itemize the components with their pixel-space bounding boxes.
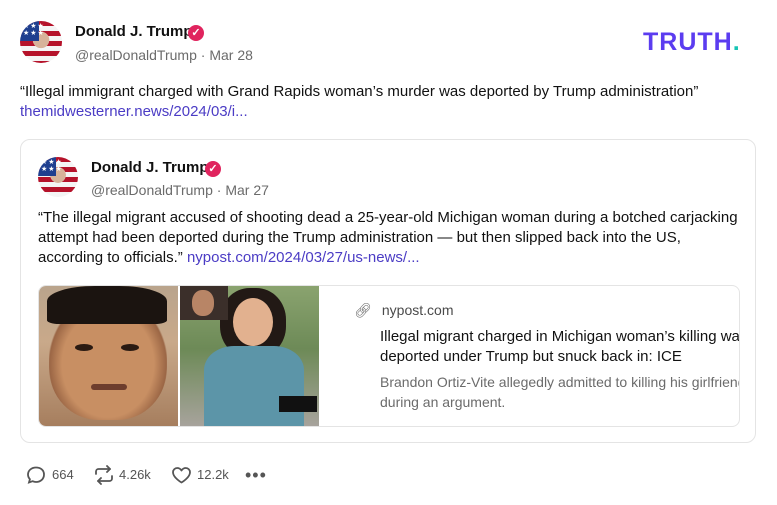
like-button[interactable]: 12.2k xyxy=(171,464,241,486)
quoted-post[interactable]: ★★★ ★★★ Donald J. Trump ✓ @realDonaldTrum… xyxy=(20,139,756,443)
quoted-handle[interactable]: @realDonaldTrump xyxy=(91,182,213,198)
repost-count: 4.26k xyxy=(119,467,151,482)
quoted-text-block: “The illegal migrant accused of shooting… xyxy=(38,208,738,268)
link-icon: 🔗︎ xyxy=(354,302,372,318)
post-link[interactable]: themidwesterner.news/2024/03/i... xyxy=(20,103,248,120)
post-text: “Illegal immigrant charged with Grand Ra… xyxy=(20,83,699,100)
link-domain-row: 🔗︎ nypost.com xyxy=(354,302,453,319)
quoted-author-meta: @realDonaldTrump · Mar 27 xyxy=(91,182,269,198)
quoted-author-name[interactable]: Donald J. Trump xyxy=(91,159,209,176)
reply-button[interactable]: 664 xyxy=(26,464,86,486)
post-body: “Illegal immigrant charged with Grand Ra… xyxy=(20,82,760,122)
author-meta: @realDonaldTrump · Mar 28 xyxy=(75,47,253,63)
quoted-date[interactable]: Mar 27 xyxy=(225,182,269,198)
verified-icon: ✓ xyxy=(205,161,221,177)
author-name[interactable]: Donald J. Trump xyxy=(75,23,193,40)
like-icon xyxy=(172,467,191,484)
link-preview-card[interactable]: 🔗︎ nypost.com Illegal migrant charged in… xyxy=(38,285,740,427)
more-icon[interactable]: ••• xyxy=(245,466,267,484)
quoted-avatar[interactable]: ★★★ ★★★ xyxy=(38,157,78,197)
link-preview-body: 🔗︎ nypost.com Illegal migrant charged in… xyxy=(337,286,739,426)
truth-post: ★★★ ★★★ Donald J. Trump ✓ @realDonaldTrum… xyxy=(0,0,777,505)
avatar[interactable]: ★★★ ★★★ xyxy=(20,21,62,63)
mugshot-image xyxy=(39,286,178,426)
quoted-link[interactable]: nypost.com/2024/03/27/us-news/... xyxy=(187,249,420,266)
reply-icon xyxy=(27,466,45,484)
post-date[interactable]: Mar 28 xyxy=(209,47,253,63)
truth-logo[interactable]: TRUTH. xyxy=(643,28,741,57)
link-title[interactable]: Illegal migrant charged in Michigan woma… xyxy=(380,327,739,367)
verified-icon: ✓ xyxy=(188,25,204,41)
repost-button[interactable]: 4.26k xyxy=(93,464,163,486)
link-domain: nypost.com xyxy=(381,302,454,318)
reply-count: 664 xyxy=(52,467,74,482)
like-count: 12.2k xyxy=(197,467,229,482)
link-preview-image[interactable] xyxy=(39,286,319,426)
link-description: Brandon Ortiz-Vite allegedly admitted to… xyxy=(380,374,740,410)
repost-icon xyxy=(95,465,113,485)
victim-image xyxy=(180,286,319,426)
author-handle[interactable]: @realDonaldTrump xyxy=(75,47,197,63)
